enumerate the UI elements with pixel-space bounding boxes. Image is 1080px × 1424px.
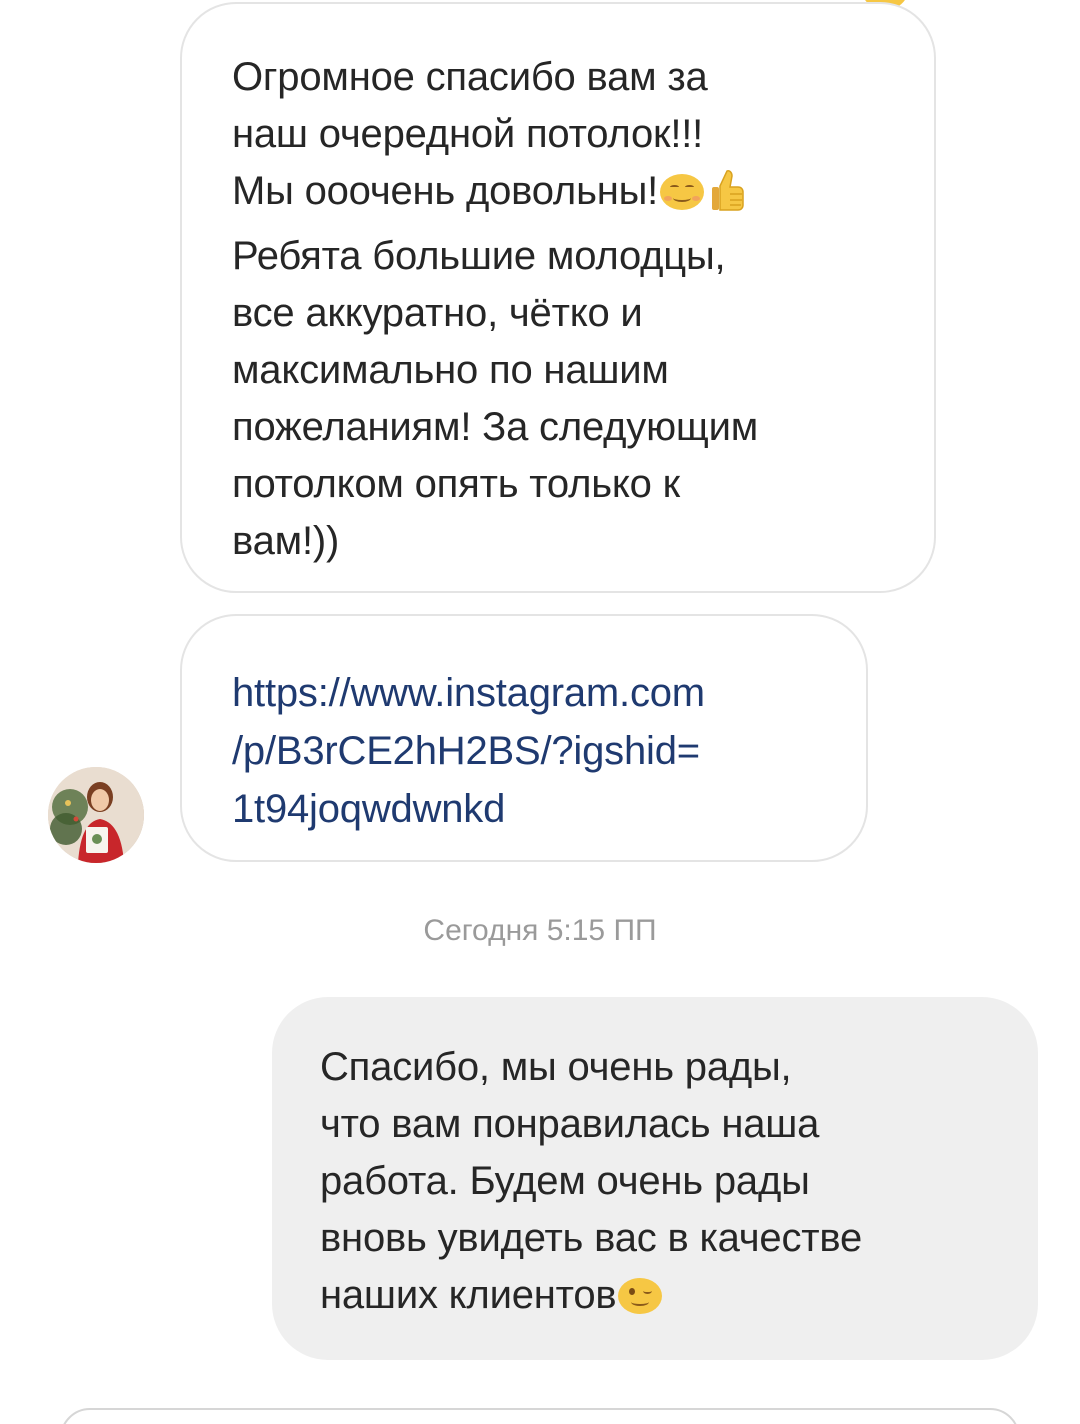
outgoing-message-bubble[interactable]: Спасибо, мы очень рады, что вам понравил… [272, 997, 1038, 1360]
thumbs-up-icon [710, 168, 744, 228]
message-composer[interactable] [60, 1408, 1020, 1424]
message-text: Огромное спасибо вам за наш очередной по… [232, 55, 759, 563]
message-text: Спасибо, мы очень рады, что вам понравил… [320, 1045, 863, 1317]
message-timestamp: Сегодня 5:15 ПП [423, 914, 657, 947]
winking-face-icon [618, 1278, 663, 1314]
incoming-message-bubble[interactable]: Огромное спасибо вам за наш очередной по… [180, 2, 936, 593]
avatar[interactable] [48, 767, 144, 863]
smiling-face-icon [660, 174, 705, 210]
shared-link-bubble[interactable]: https://www.instagram.com /p/B3rCE2hH2BS… [180, 614, 868, 862]
shared-link[interactable]: https://www.instagram.com /p/B3rCE2hH2BS… [232, 664, 852, 838]
direct-message-thread: Огромное спасибо вам за наш очередной по… [0, 0, 1080, 1424]
avatar-photo-icon [48, 767, 144, 863]
